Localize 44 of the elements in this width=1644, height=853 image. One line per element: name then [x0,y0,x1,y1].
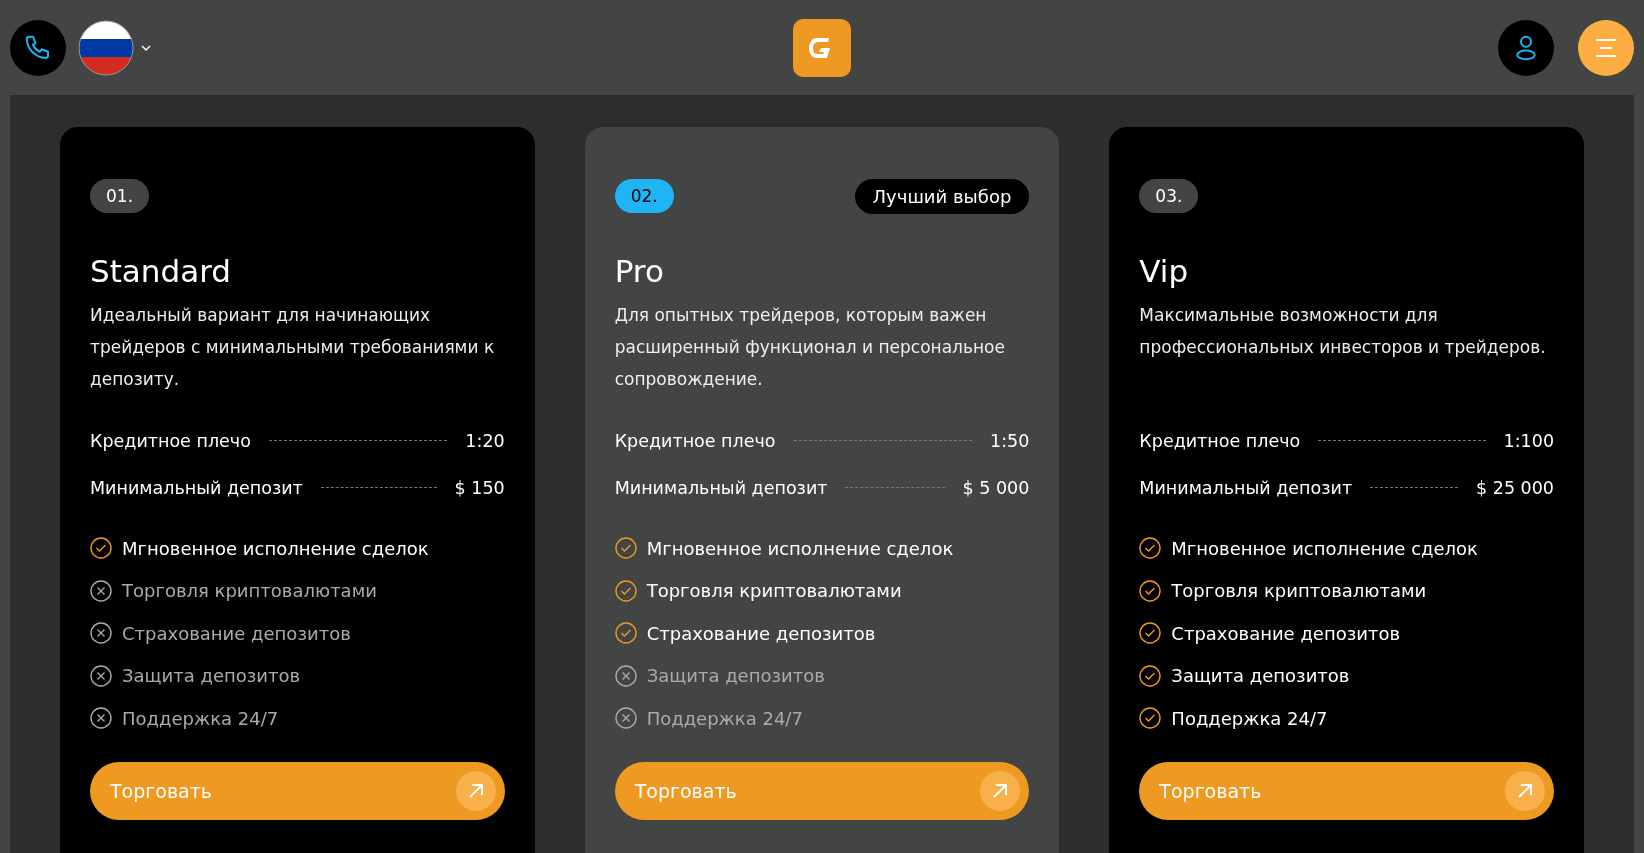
logo-icon[interactable] [793,18,851,77]
trade-button[interactable]: Торговать [614,761,1030,820]
spec-label: Кредитное плечо [90,430,251,451]
feature-label: Мгновенное исполнение сделок [122,537,429,559]
spec-label: Минимальный депозит [1139,477,1353,498]
spec-value: 1:100 [1503,430,1554,451]
spec-value: $ 5 000 [962,477,1030,498]
spec-value: 1:20 [465,430,505,451]
feature-label: Мгновенное исполнение сделок [646,537,954,559]
feature-label: Торговля криптовалютами [646,580,902,602]
spec-label: Кредитное плечо [614,430,776,451]
chevron-down-icon [140,43,152,52]
spec-label: Кредитное плечо [1139,430,1301,451]
feature-label: Защита депозитов [646,665,825,687]
feature-label: Поддержка 24/7 [1171,707,1328,729]
best-choice-badge: Лучший выбор [854,178,1030,214]
feature-label: Поддержка 24/7 [122,707,279,729]
feature-label: Страхование депозитов [646,622,876,644]
feature-label: Страхование депозитов [1171,622,1401,644]
plan-number: 01. [90,179,150,213]
spec-value: $ 150 [454,477,505,498]
feature-label: Защита депозитов [122,665,301,687]
plan-number: 02. [614,179,674,213]
plan-title: Standard [90,253,233,289]
russia-flag-icon [78,19,134,76]
language-selector[interactable] [78,19,152,76]
trade-button[interactable]: Торговать [90,761,505,820]
plan-number: 03. [1139,179,1199,213]
plan-description: Идеальный вариант для начинающих трейдеров с минимальными требованиями к депозиту. [90,304,496,391]
feature-label: Защита депозитов [1171,665,1350,687]
trade-button[interactable]: Торговать [1139,761,1554,820]
feature-label: Страхование депозитов [122,622,351,644]
feature-label: Торговля криптовалютами [1171,580,1427,602]
plan-description: Для опытных трейдеров, которым важен расширенный функционал и персональное сопровождение. [614,304,1006,391]
spec-value: 1:50 [990,430,1030,451]
feature-label: Мгновенное исполнение сделок [1171,537,1478,559]
spec-value: $ 25 000 [1476,477,1554,498]
spec-label: Минимальный депозит [90,477,303,498]
feature-label: Поддержка 24/7 [646,707,803,729]
plan-title: Pro [614,253,665,289]
plan-description: Максимальные возможности для профессиональных инвесторов и трейдеров. [1139,304,1547,359]
spec-label: Минимальный депозит [614,477,828,498]
feature-label: Торговля криптовалютами [122,580,377,602]
plan-title: Vip [1139,253,1190,289]
